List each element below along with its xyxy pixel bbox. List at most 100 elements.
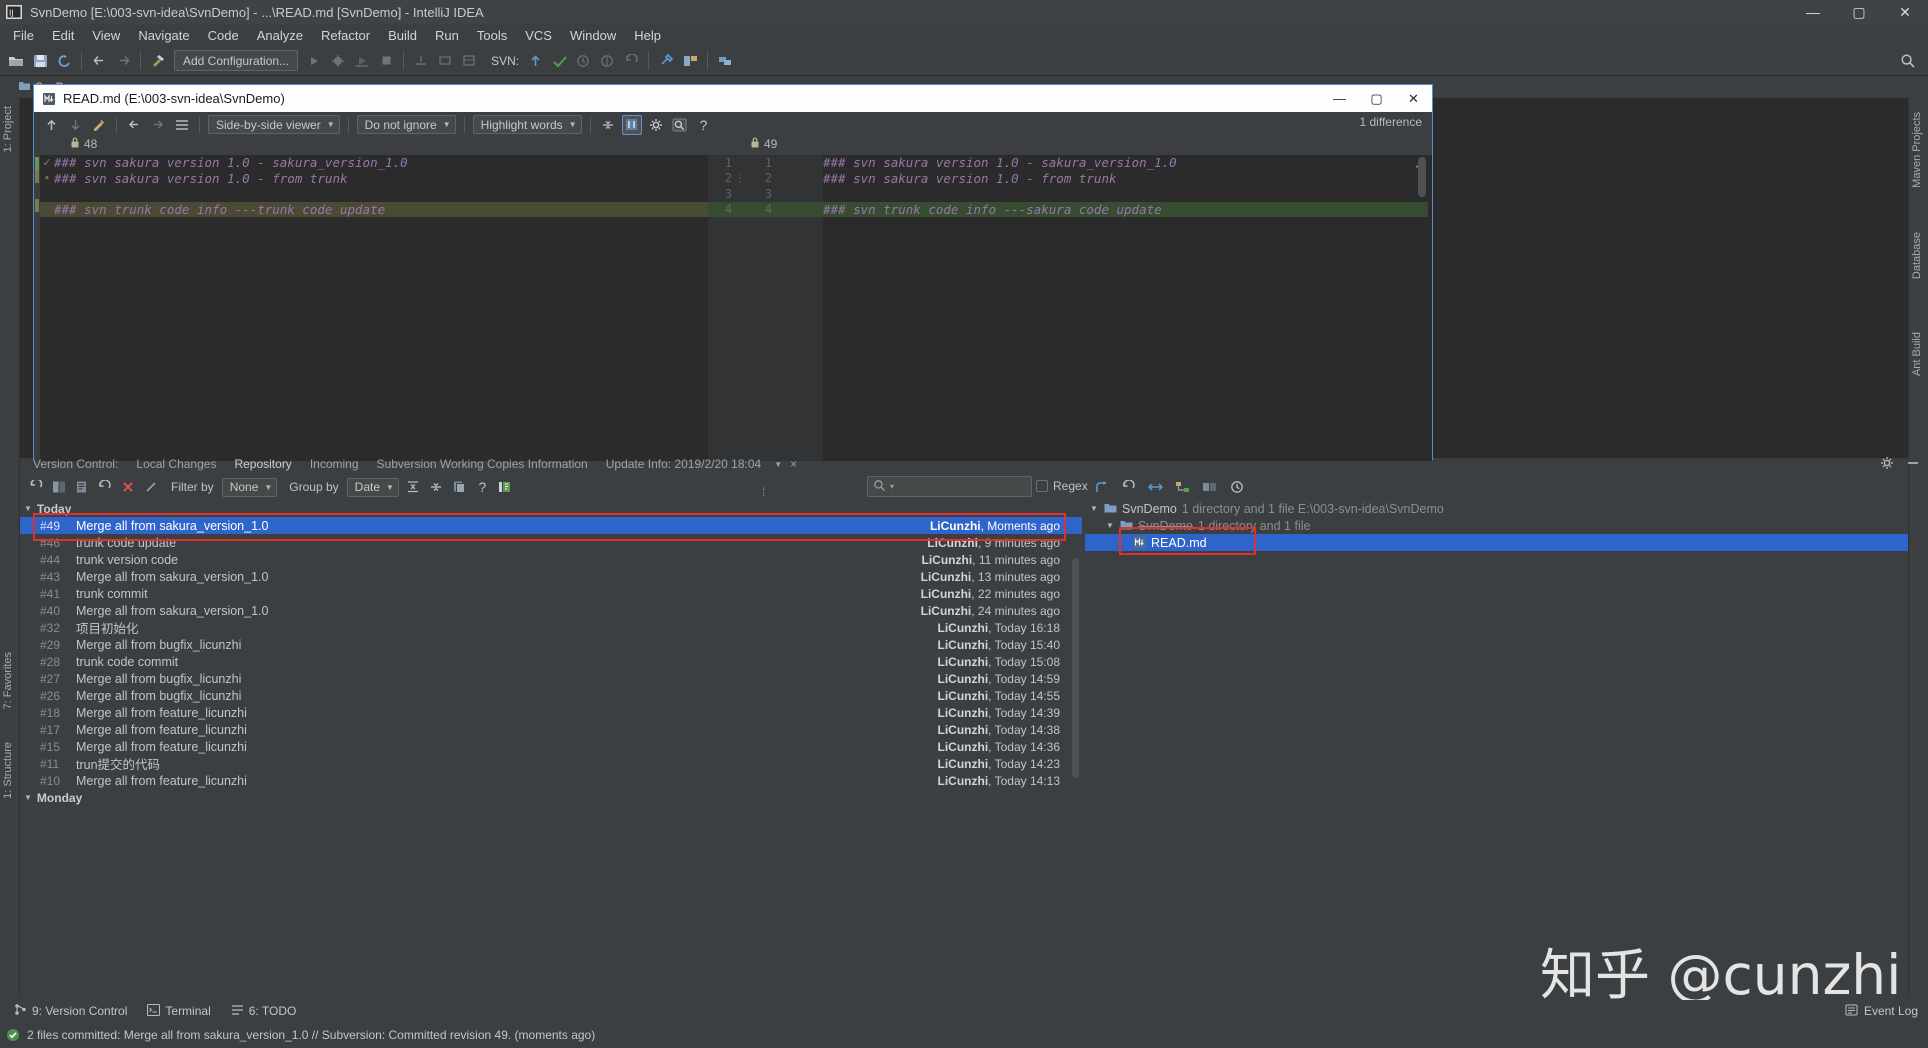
- menu-help[interactable]: Help: [625, 26, 670, 45]
- table-row[interactable]: #46 trunk code update LiCunzhi, 9 minute…: [20, 534, 1082, 551]
- step-icon-3[interactable]: [458, 50, 480, 72]
- bottom-item-terminal[interactable]: Terminal: [137, 1003, 220, 1019]
- group-collapse-triangle-icon-2[interactable]: ▼: [24, 793, 32, 802]
- synchronize-scroll-icon[interactable]: [621, 114, 642, 135]
- table-row[interactable]: #40 Merge all from sakura_version_1.0 Li…: [20, 602, 1082, 619]
- step-icon-1[interactable]: [410, 50, 432, 72]
- svn-compare-icon[interactable]: [596, 50, 618, 72]
- collapse-unchanged-icon[interactable]: [598, 115, 618, 135]
- save-all-icon[interactable]: [29, 50, 51, 72]
- diff-maximize-button[interactable]: ▢: [1358, 85, 1395, 112]
- table-row[interactable]: #11 trun提交的代码 LiCunzhi, Today 14:23: [20, 755, 1082, 773]
- project-structure-icon[interactable]: [679, 50, 701, 72]
- commit-list[interactable]: ▼ Today #49 Merge all from sakura_versio…: [20, 500, 1082, 812]
- svn-commit-icon[interactable]: [548, 50, 570, 72]
- vcs-tab-repository[interactable]: Repository: [225, 457, 300, 471]
- copy-revision-icon[interactable]: [449, 477, 470, 498]
- hamburger-menu-icon[interactable]: [172, 115, 192, 135]
- menu-vcs[interactable]: VCS: [516, 26, 561, 45]
- show-history-icon[interactable]: [71, 477, 92, 498]
- step-icon-2[interactable]: [434, 50, 456, 72]
- vcs-tab-working-copies[interactable]: Subversion Working Copies Information: [368, 457, 597, 471]
- back-arrow-icon[interactable]: [88, 50, 110, 72]
- diff-close-button[interactable]: ✕: [1395, 85, 1432, 112]
- expand-all-icon[interactable]: [403, 477, 424, 498]
- menu-run[interactable]: Run: [426, 26, 468, 45]
- bottom-item-version-control[interactable]: 9: Version Control: [4, 1003, 137, 1019]
- help-icon[interactable]: ?: [694, 115, 714, 135]
- table-row[interactable]: #18 Merge all from feature_licunzhi LiCu…: [20, 704, 1082, 721]
- edit-source-icon[interactable]: [89, 115, 109, 135]
- vcs-tab-incoming[interactable]: Incoming: [301, 457, 368, 471]
- collapse-all-icon[interactable]: [426, 477, 447, 498]
- tree-expand-triangle-icon[interactable]: ▼: [1089, 504, 1099, 513]
- debug-icon[interactable]: [327, 50, 349, 72]
- previous-file-icon[interactable]: [124, 115, 144, 135]
- tree-row-root[interactable]: ▼ SvnDemo 1 directory and 1 file E:\003-…: [1085, 500, 1908, 517]
- diff-minimize-button[interactable]: —: [1321, 85, 1358, 112]
- browse-repository-icon[interactable]: [1199, 476, 1220, 497]
- diff-right-pane[interactable]: ### svn sakura version 1.0 - sakura_vers…: [823, 155, 1428, 461]
- vcs-tab-local-changes[interactable]: Local Changes: [127, 457, 225, 471]
- ignore-mode-dropdown[interactable]: Do not ignore ▼: [356, 115, 456, 134]
- table-row[interactable]: #41 trunk commit LiCunzhi, 22 minutes ag…: [20, 585, 1082, 602]
- tree-expand-triangle-icon-2[interactable]: ▼: [1105, 521, 1115, 530]
- next-file-icon[interactable]: [148, 115, 168, 135]
- revert-selection-icon[interactable]: [1118, 476, 1139, 497]
- menu-navigate[interactable]: Navigate: [129, 26, 198, 45]
- menu-edit[interactable]: Edit: [43, 26, 83, 45]
- vcs-hide-panel-icon[interactable]: [1906, 456, 1920, 473]
- group-collapse-triangle-icon[interactable]: ▼: [24, 504, 32, 513]
- svn-revert-icon[interactable]: [620, 50, 642, 72]
- update-info-chevron-icon[interactable]: ▼: [770, 460, 786, 469]
- highlight-revisions-icon[interactable]: [495, 477, 516, 498]
- commit-group-header-today[interactable]: ▼ Today: [20, 500, 1082, 517]
- highlight-mode-dropdown[interactable]: Highlight words ▼: [472, 115, 582, 134]
- show-diff-icon[interactable]: [48, 477, 69, 498]
- configure-branches-icon[interactable]: [1172, 476, 1193, 497]
- clock-history-icon[interactable]: [1226, 476, 1247, 497]
- table-row[interactable]: #32 项目初始化 LiCunzhi, Today 16:18: [20, 619, 1082, 637]
- filter-by-dropdown[interactable]: None ▼: [221, 477, 278, 497]
- gear-icon[interactable]: [646, 115, 666, 135]
- table-row[interactable]: #49 Merge all from sakura_version_1.0 Li…: [20, 517, 1082, 534]
- commit-group-header-monday[interactable]: ▼ Monday: [20, 789, 1082, 806]
- open-folder-icon[interactable]: [5, 50, 27, 72]
- menu-window[interactable]: Window: [561, 26, 625, 45]
- menu-tools[interactable]: Tools: [468, 26, 516, 45]
- sidebar-item-favorites[interactable]: 7: Favorites: [0, 648, 17, 713]
- sidebar-item-structure[interactable]: 1: Structure: [0, 738, 17, 803]
- table-row[interactable]: #17 Merge all from feature_licunzhi LiCu…: [20, 721, 1082, 738]
- menu-build[interactable]: Build: [379, 26, 426, 45]
- vcs-help-icon[interactable]: ?: [472, 477, 493, 498]
- edit-message-icon[interactable]: [140, 477, 161, 498]
- table-row[interactable]: #27 Merge all from bugfix_licunzhi LiCun…: [20, 670, 1082, 687]
- viewer-mode-dropdown[interactable]: Side-by-side viewer ▼: [208, 115, 340, 134]
- global-search-icon[interactable]: [1898, 51, 1918, 71]
- diff-scrollbar-thumb[interactable]: [1418, 157, 1426, 197]
- tree-row-file-readme[interactable]: READ.md: [1085, 534, 1908, 551]
- menu-file[interactable]: File: [4, 26, 43, 45]
- maximize-button[interactable]: ▢: [1836, 0, 1882, 24]
- sidebar-item-database[interactable]: Database: [1908, 228, 1926, 283]
- group-by-dropdown[interactable]: Date ▼: [346, 477, 399, 497]
- run-with-coverage-icon[interactable]: [351, 50, 373, 72]
- build-hammer-icon[interactable]: [147, 50, 169, 72]
- regex-checkbox[interactable]: [1036, 480, 1048, 492]
- table-row[interactable]: #43 Merge all from sakura_version_1.0 Li…: [20, 568, 1082, 585]
- svn-update-icon[interactable]: [524, 50, 546, 72]
- vcs-tab-update-info[interactable]: Update Info: 2019/2/20 18:04: [597, 457, 770, 471]
- minimize-button[interactable]: —: [1790, 0, 1836, 24]
- menu-analyze[interactable]: Analyze: [248, 26, 312, 45]
- settings-wrench-icon[interactable]: [655, 50, 677, 72]
- refresh-log-icon[interactable]: [25, 477, 46, 498]
- svn-history-icon[interactable]: [572, 50, 594, 72]
- vcs-settings-gear-icon[interactable]: [1880, 456, 1894, 473]
- event-log-label[interactable]: Event Log: [1864, 1004, 1918, 1018]
- compare-with-branch-icon[interactable]: [1145, 476, 1166, 497]
- diff-left-pane[interactable]: ✓ ### svn sakura version 1.0 - sakura_ve…: [40, 155, 708, 461]
- commit-list-scrollbar[interactable]: [1072, 558, 1079, 778]
- close-button[interactable]: ✕: [1882, 0, 1928, 24]
- merge-icon[interactable]: [1091, 476, 1112, 497]
- table-row[interactable]: #44 trunk version code LiCunzhi, 11 minu…: [20, 551, 1082, 568]
